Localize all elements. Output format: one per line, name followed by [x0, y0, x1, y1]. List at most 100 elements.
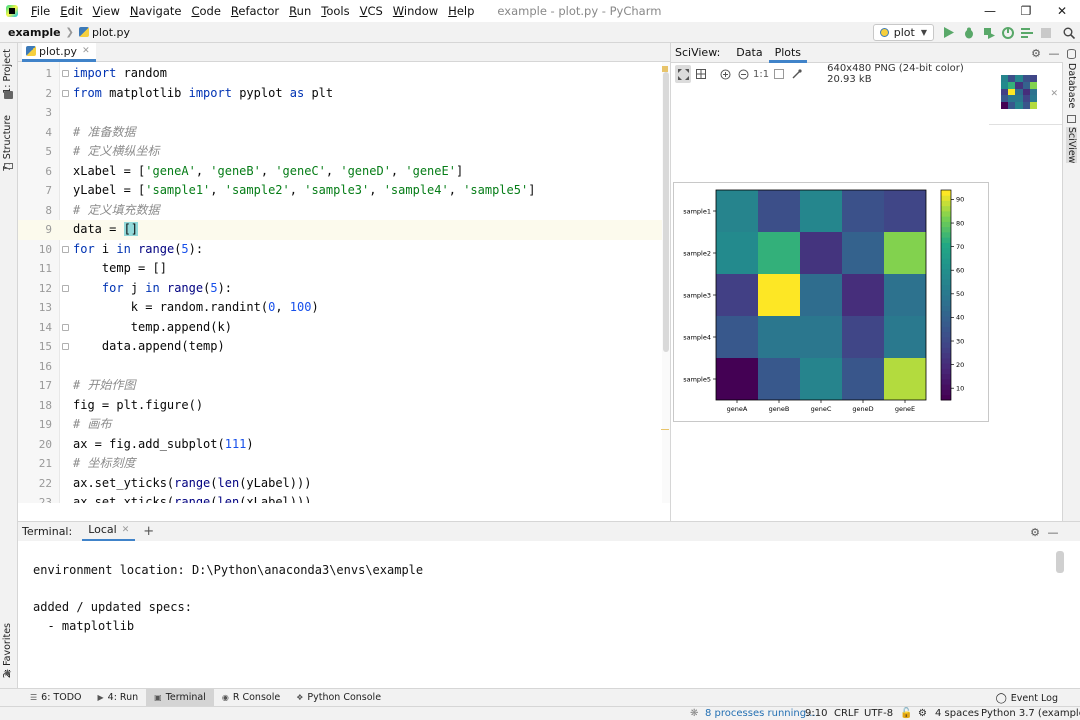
menu-file[interactable]: File [26, 0, 55, 22]
code-line[interactable]: 13 k = random.randint(0, 100) [18, 298, 664, 318]
actual-size-button[interactable]: 1:1 [753, 65, 769, 83]
menu-tools[interactable]: Tools [316, 0, 354, 22]
code-line[interactable]: 16 [18, 357, 664, 377]
code-line[interactable]: 2 from matplotlib import pyplot as plt [18, 84, 664, 104]
menu-navigate[interactable]: Navigate [125, 0, 187, 22]
tab-plots[interactable]: Plots [768, 43, 808, 63]
fold-marker-icon[interactable] [62, 245, 69, 253]
concurrency-diagram-icon[interactable] [1019, 25, 1034, 40]
code-line[interactable]: 8 # 定义填充数据 [18, 201, 664, 221]
line-separator[interactable]: CRLF [834, 707, 859, 720]
code-line[interactable]: 22 ax.set_yticks(range(len(yLabel))) [18, 474, 664, 494]
r-console-tool-button[interactable]: ◉ R Console [214, 689, 288, 707]
caret-position[interactable]: 9:10 [805, 707, 827, 720]
code-line[interactable]: 5 # 定义横纵坐标 [18, 142, 664, 162]
code-line[interactable]: 7 yLabel = ['sample1', 'sample2', 'sample… [18, 181, 664, 201]
fold-marker-icon[interactable] [62, 89, 69, 97]
code-line[interactable]: 4 # 准备数据 [18, 123, 664, 143]
terminal-tool-button[interactable]: ▣ Terminal [146, 688, 214, 707]
zoom-out-icon[interactable] [735, 65, 751, 83]
menu-vcs[interactable]: VCS [355, 0, 388, 22]
close-plot-icon[interactable]: ✕ [1050, 89, 1058, 99]
fold-marker-icon[interactable] [62, 284, 69, 292]
code-line[interactable]: 10 for i in range(5): [18, 240, 664, 260]
project-tool-tab[interactable]: 1: Project [2, 49, 13, 94]
new-session-icon[interactable]: + [143, 524, 154, 539]
menu-run[interactable]: Run [284, 0, 316, 22]
code-line[interactable]: 15 data.append(temp) [18, 337, 664, 357]
python-console-tool-button[interactable]: ❖ Python Console [288, 689, 389, 707]
debug-icon[interactable] [961, 25, 976, 40]
close-window-icon[interactable]: ✕ [1044, 0, 1080, 22]
background-processes[interactable]: 8 processes running... [705, 707, 816, 720]
code-line[interactable]: 19 # 画布 [18, 415, 664, 435]
run-configuration-select[interactable]: plot ▼ [872, 24, 934, 41]
warning-marker-icon[interactable] [662, 66, 668, 72]
tab-data[interactable]: Data [730, 43, 768, 63]
breadcrumb-project[interactable]: example [8, 26, 61, 39]
menu-edit[interactable]: Edit [55, 0, 87, 22]
code-line[interactable]: 18 fig = plt.figure() [18, 396, 664, 416]
menu-refactor[interactable]: Refactor [226, 0, 284, 22]
code-line[interactable]: 14 temp.append(k) [18, 318, 664, 338]
color-picker-icon[interactable] [789, 65, 805, 83]
menu-window[interactable]: Window [388, 0, 443, 22]
menu-code[interactable]: Code [186, 0, 225, 22]
x-tick-label: geneE [895, 405, 915, 413]
close-tab-icon[interactable]: ✕ [82, 46, 90, 56]
event-log-button[interactable]: ◯ Event Log [996, 689, 1058, 707]
hide-panel-icon[interactable]: — [1047, 46, 1061, 60]
editor-scrollbar-thumb[interactable] [663, 72, 669, 352]
code-line[interactable]: 21 # 坐标刻度 [18, 454, 664, 474]
fold-marker-icon[interactable] [62, 70, 69, 77]
file-encoding[interactable]: UTF-8 [864, 707, 893, 720]
run-icon[interactable] [941, 25, 956, 40]
editor-tab-plot-py[interactable]: plot.py ✕ [22, 43, 96, 62]
zoom-in-icon[interactable] [717, 65, 733, 83]
code-line[interactable]: 1 import random [18, 64, 664, 84]
lock-icon[interactable]: 🔓 [900, 707, 912, 720]
gear-icon[interactable]: ⚙ [1029, 46, 1043, 60]
menu-view[interactable]: View [88, 0, 125, 22]
code-line[interactable]: 9 data = [] [18, 220, 664, 240]
plot-thumbnail[interactable] [1001, 75, 1037, 109]
code-line[interactable]: 20 ax = fig.add_subplot(111) [18, 435, 664, 455]
tab-local[interactable]: Local ✕ [82, 520, 136, 542]
heatmap-chart: sample1 sample2 sample3 sample4 sample5 geneA… [683, 189, 964, 413]
code-editor[interactable]: 1 import random 2 from matplotlib import py… [18, 62, 670, 503]
fit-to-window-icon[interactable] [675, 65, 691, 83]
grid-icon[interactable] [693, 65, 709, 83]
git-icon[interactable]: ⚙ [918, 707, 927, 720]
hide-panel-icon[interactable]: — [1046, 525, 1060, 539]
run-tool-button[interactable]: ▶ 4: Run [90, 689, 147, 707]
fold-marker-icon[interactable] [62, 323, 69, 331]
gear-icon[interactable]: ⚙ [1028, 525, 1042, 539]
profile-icon[interactable] [1000, 25, 1015, 40]
close-tab-icon[interactable]: ✕ [122, 520, 130, 540]
stop-icon[interactable] [1038, 25, 1053, 40]
indent-setting[interactable]: 4 spaces [935, 707, 979, 720]
code-line[interactable]: 11 temp = [] [18, 259, 664, 279]
python-interpreter[interactable]: Python 3.7 (example) [981, 707, 1080, 720]
restore-icon[interactable]: ❐ [1008, 0, 1044, 22]
code-line[interactable]: 12 for j in range(5): [18, 279, 664, 299]
menu-help[interactable]: Help [443, 0, 479, 22]
database-tool-tab[interactable]: Database [1066, 63, 1077, 108]
code-line[interactable]: 6 xLabel = ['geneA', 'geneB', 'geneC', 'g… [18, 162, 664, 182]
code-line[interactable]: 23 ax.set_xticks(range(len(xLabel))) [18, 493, 664, 503]
minimize-icon[interactable]: — [972, 0, 1008, 22]
code-line[interactable]: 3 [18, 103, 664, 123]
warning-stripe[interactable] [661, 429, 669, 430]
run-with-coverage-icon[interactable] [981, 25, 996, 40]
editor-scrollbar[interactable] [661, 62, 670, 503]
menu-label: ools [326, 4, 350, 18]
background-icon[interactable] [771, 65, 787, 83]
breadcrumb-file[interactable]: plot.py [92, 26, 130, 39]
sciview-tool-tab[interactable]: SciView [1066, 127, 1077, 164]
terminal-scrollbar-thumb[interactable] [1056, 551, 1064, 573]
todo-tool-button[interactable]: ☰ 6: TODO [22, 689, 90, 707]
fold-marker-icon[interactable] [62, 343, 69, 350]
code-line[interactable]: 17 # 开始作图 [18, 376, 664, 396]
search-icon[interactable] [1061, 25, 1076, 40]
terminal-output[interactable]: environment location: D:\Python\anaconda… [18, 541, 1080, 688]
